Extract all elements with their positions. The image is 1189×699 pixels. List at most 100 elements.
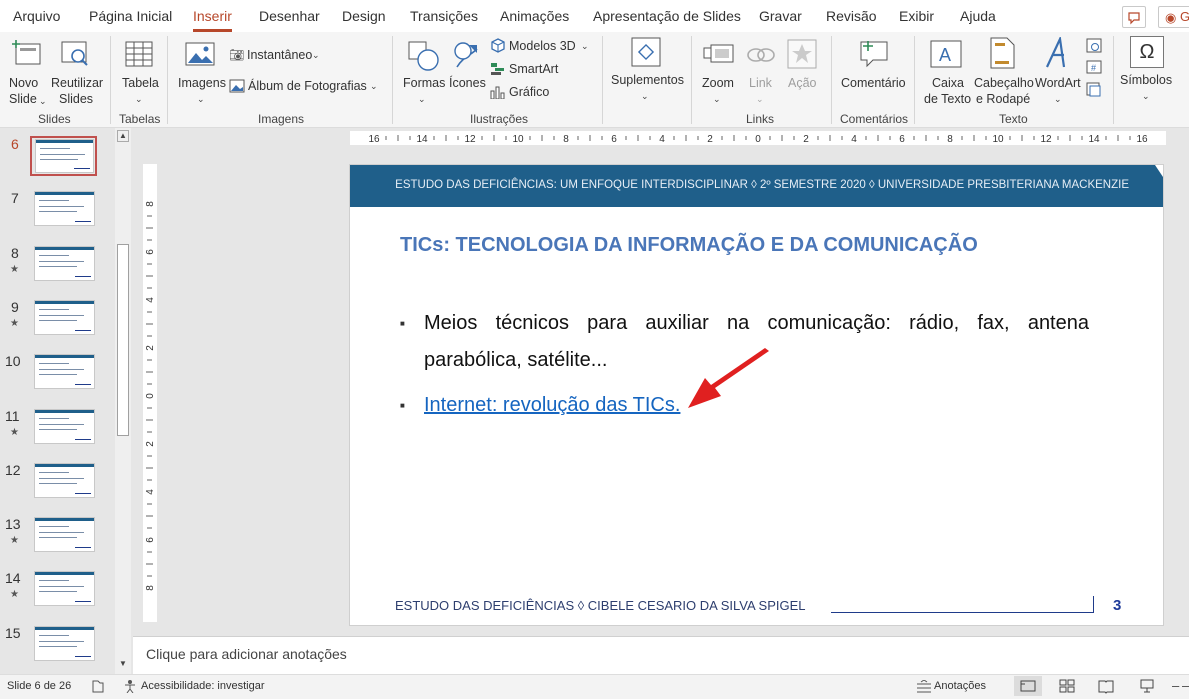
icons-button[interactable]: Ícones: [447, 35, 487, 107]
normal-view-button[interactable]: [1014, 676, 1042, 696]
chevron-down-icon: ⌄: [713, 94, 721, 104]
bullet-square-icon: ■: [400, 401, 405, 410]
header-footer-label-2: e Rodapé: [976, 92, 1031, 106]
images-button[interactable]: Imagens ⌄: [175, 35, 227, 107]
zoom-out-button[interactable]: –: [1172, 678, 1179, 693]
scroll-up-arrow-icon[interactable]: ▲: [117, 130, 129, 142]
zoom-icon: [703, 44, 734, 63]
slide-thumbnail[interactable]: [34, 517, 95, 553]
slide-thumbnail[interactable]: [34, 462, 95, 498]
3d-models-button[interactable]: Modelos 3D ⌄: [490, 37, 595, 55]
wordart-button[interactable]: WordArt ⌄: [1033, 35, 1083, 107]
bullet-1-line-1[interactable]: Meios técnicos para auxiliar na comunica…: [424, 305, 1089, 342]
images-label: Imagens: [178, 76, 226, 90]
ribbon-divider: [1113, 36, 1114, 124]
shapes-button[interactable]: Formas ⌄: [400, 35, 446, 107]
group-label-comentarios: Comentários: [840, 112, 909, 126]
chart-button[interactable]: Gráfico: [490, 83, 560, 101]
object-button[interactable]: [1085, 80, 1103, 98]
record-button[interactable]: ◉ G: [1158, 6, 1189, 28]
tab-gravar[interactable]: Gravar: [759, 8, 802, 24]
tab-animacoes[interactable]: Animações: [500, 8, 569, 24]
zoom-slider-dash[interactable]: –: [1182, 678, 1189, 693]
reuse-slides-button[interactable]: Reutilizar Slides: [50, 35, 103, 107]
smartart-button[interactable]: SmartArt: [490, 60, 560, 78]
notes-pane[interactable]: Clique para adicionar anotações: [133, 636, 1189, 675]
ribbon-tabs: Arquivo Página Inicial Inserir Desenhar …: [0, 0, 1189, 32]
tab-ajuda[interactable]: Ajuda: [960, 8, 996, 24]
slideshow-icon[interactable]: [1138, 678, 1156, 694]
group-label-imagens: Imagens: [258, 112, 305, 126]
notes-toggle[interactable]: Anotações: [934, 680, 986, 692]
slide-number-label: 14: [5, 570, 21, 587]
comment-button[interactable]: Comentário: [838, 35, 910, 107]
table-button[interactable]: Tabela ⌄: [116, 35, 162, 107]
ribbon-divider: [691, 36, 692, 124]
record-label: G: [1180, 9, 1189, 24]
tab-pagina-inicial[interactable]: Página Inicial: [89, 8, 172, 24]
object-icon: [1086, 82, 1101, 97]
slide-sorter-icon[interactable]: [1058, 678, 1076, 694]
zoom-button[interactable]: Zoom ⌄: [699, 35, 737, 107]
accessibility-icon[interactable]: [123, 679, 137, 693]
new-slide-button[interactable]: Novo Slide ⌄: [5, 35, 50, 107]
ruler-tick-label: 16: [1136, 134, 1148, 145]
calendar-icon: [1086, 38, 1102, 53]
thumbnails-scrollbar[interactable]: ▲ ▼: [115, 128, 131, 674]
ruler-background: [143, 164, 157, 622]
bullet-1-line-2[interactable]: parabólica, satélite...: [424, 342, 607, 379]
ribbon-divider: [831, 36, 832, 124]
header-footer-button[interactable]: Cabeçalho e Rodapé: [972, 35, 1034, 107]
comments-button[interactable]: [1122, 6, 1146, 28]
slide-thumbnail[interactable]: [34, 245, 95, 281]
slide-number-button[interactable]: #: [1085, 58, 1103, 76]
text-box-button[interactable]: A Caixa de Texto: [921, 35, 971, 107]
scrollbar-thumb[interactable]: [117, 244, 129, 436]
group-label-tabelas: Tabelas: [119, 112, 161, 126]
ruler-tick-label: 4: [851, 134, 857, 145]
slide-canvas[interactable]: ESTUDO DAS DEFICIÊNCIAS: UM ENFOQUE INTE…: [350, 165, 1163, 625]
photo-album-button[interactable]: Álbum de Fotografias ⌄: [229, 77, 381, 95]
internet-link[interactable]: Internet: revolução das TICs.: [424, 394, 680, 416]
header-footer-label: Cabeçalho: [974, 76, 1034, 90]
tab-exibir[interactable]: Exibir: [899, 8, 934, 24]
ruler-tick-label: 2: [803, 134, 809, 145]
slide-thumbnail[interactable]: [34, 571, 95, 607]
group-label-links: Links: [746, 112, 775, 126]
tab-design[interactable]: Design: [342, 8, 386, 24]
tab-revisao[interactable]: Revisão: [826, 8, 877, 24]
tab-desenhar[interactable]: Desenhar: [259, 8, 320, 24]
action-button[interactable]: Ação: [785, 35, 819, 107]
slide-number-label: 11: [5, 407, 20, 424]
symbols-button[interactable]: Ω Símbolos ⌄: [1118, 35, 1178, 107]
slide-thumbnail[interactable]: [34, 625, 95, 661]
notes-icon[interactable]: [916, 680, 932, 694]
slide-thumbnail[interactable]: [34, 299, 95, 335]
tab-inserir[interactable]: Inserir: [193, 8, 232, 32]
slide-thumbnail[interactable]: [34, 191, 95, 227]
spell-check-icon[interactable]: [91, 679, 105, 693]
tab-arquivo[interactable]: Arquivo: [13, 8, 60, 24]
chevron-down-icon: ⌄: [312, 50, 320, 60]
notes-placeholder[interactable]: Clique para adicionar anotações: [146, 646, 347, 662]
scroll-down-arrow-icon[interactable]: ▼: [117, 658, 129, 670]
screenshot-label: Instantâneo: [247, 48, 313, 62]
horizontal-ruler: 16 14 12 10 8 6 4 2 0 2 4 6 8 10 12 14 16: [350, 131, 1166, 145]
screenshot-button[interactable]: 📷︎ Instantâneo ⌄: [229, 46, 327, 64]
slide-thumbnail[interactable]: [35, 139, 94, 173]
wordart-label: WordArt: [1035, 76, 1081, 90]
slide-title[interactable]: TICs: TECNOLOGIA DA INFORMAÇÃO E DA COMU…: [400, 234, 978, 257]
link-button[interactable]: Link ⌄: [743, 35, 777, 107]
accessibility-status[interactable]: Acessibilidade: investigar: [141, 680, 265, 692]
ruler-tick-label: 2: [145, 441, 156, 447]
slide-thumbnail[interactable]: [34, 408, 95, 444]
reading-view-icon[interactable]: [1097, 678, 1115, 694]
smartart-icon: [491, 63, 504, 75]
tab-apresentacao[interactable]: Apresentação de Slides: [593, 8, 741, 24]
ruler-tick-label: 4: [145, 297, 156, 303]
add-ins-button[interactable]: Suplementos ⌄: [609, 35, 684, 107]
slide-thumbnail[interactable]: [34, 354, 95, 390]
new-slide-label: Novo: [9, 76, 39, 90]
tab-transicoes[interactable]: Transições: [410, 8, 478, 24]
date-time-button[interactable]: [1085, 36, 1103, 54]
